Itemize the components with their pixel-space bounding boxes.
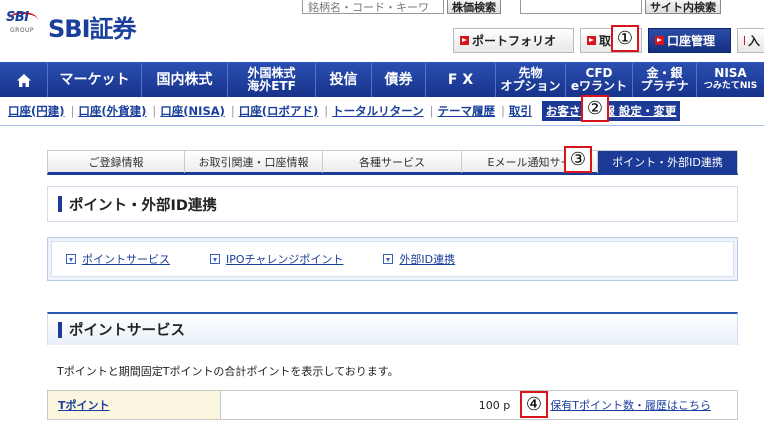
site-search-button[interactable]: サイト内検索 [645,0,721,14]
nav-market[interactable]: マーケット [48,63,142,97]
subnav-account-foreign[interactable]: 口座(外貨建) [78,103,146,119]
nav-futures-line2: オプション [500,79,561,93]
annotation-marker-3: ③ [564,146,592,173]
section-title: ポイントサービス [58,319,185,340]
nav-cfd-line2: eワラント [570,79,628,93]
tab-point-external-id[interactable]: ポイント・外部ID連携 [598,151,737,173]
page-title-box: ポイント・外部ID連携 [47,186,738,222]
subnav-trade[interactable]: 取引 [509,103,532,119]
anchor-links: ポイントサービス IPOチャレンジポイント 外部ID連携 [51,241,734,277]
annotation-marker-4: ④ [520,391,548,418]
point-value-cell: 100 p 保有Tポイント数・履歴はこちら [221,391,737,419]
nav-cfd[interactable]: CFD eワラント [566,63,633,97]
subnav-account-nisa[interactable]: 口座(NISA) [160,103,225,119]
page-title: ポイント・外部ID連携 [58,194,217,215]
logo-mark-text: SBI [6,10,29,25]
nav-foreign-stocks[interactable]: 外国株式 海外ETF [228,63,316,97]
arrow-icon [655,36,664,45]
account-management-button[interactable]: 口座管理 [648,28,731,53]
home-icon [16,73,31,87]
nav-bonds-label: 債券 [384,71,413,88]
down-arrow-icon [66,254,76,264]
nav-domestic-stocks[interactable]: 国内株式 [142,63,228,97]
point-description: Tポイントと期間固定Tポイントの合計ポイントを表示しております。 [57,365,399,378]
nav-nisa-line1: NISA [714,66,747,80]
subnav-customer-settings[interactable]: お客さま情報 設定・変更 [541,100,681,121]
separator: | [70,103,75,118]
separator: | [500,103,505,118]
portfolio-label: ポートフォリオ [472,34,557,48]
tab-trading-account-info[interactable]: お取引関連・口座情報 [185,151,323,173]
deposit-button[interactable]: 入 [737,28,764,53]
point-table: Tポイント 100 p 保有Tポイント数・履歴はこちら [47,390,738,420]
point-value: 100 p [478,398,511,412]
anchor-external-id-label[interactable]: 外部ID連携 [399,251,455,267]
nav-precious-metals[interactable]: 金・銀 プラチナ [633,63,697,97]
nav-fx[interactable]: F X [426,63,496,97]
portfolio-button[interactable]: ポートフォリオ [453,28,574,53]
nav-futures[interactable]: 先物 オプション [496,63,566,97]
anchor-ipo-challenge[interactable]: IPOチャレンジポイント [210,251,343,267]
title-bar [58,196,62,212]
annotation-marker-1: ① [611,25,639,52]
stock-search-input[interactable]: 銘柄名・コード・キーワ [302,0,444,14]
nav-nisa[interactable]: NISA つみたてNIS [697,63,764,97]
page-title-text: ポイント・外部ID連携 [69,197,217,214]
down-arrow-icon [210,254,220,264]
subnav-account-roboad[interactable]: 口座(ロボアド) [239,103,319,119]
tab-services[interactable]: 各種サービス [323,151,462,173]
brand-name[interactable]: SBI証券 [48,9,137,44]
nav-precious-metals-line2: プラチナ [640,79,689,93]
separator: | [230,103,235,118]
arrow-icon [460,36,469,45]
logo-group-text: GROUP [10,27,35,34]
site-search-input[interactable] [520,0,642,14]
arrow-icon [744,36,751,45]
nav-foreign-stocks-line2: 海外ETF [247,79,296,93]
subnav-total-return[interactable]: トータルリターン [332,103,423,119]
subnav-theme-history[interactable]: テーマ履歴 [437,103,495,119]
arrow-icon [587,36,596,45]
separator: | [152,103,157,118]
nav-fx-label: F X [447,71,474,88]
anchor-ipo-challenge-label[interactable]: IPOチャレンジポイント [226,251,343,267]
point-label-cell: Tポイント [48,391,221,419]
settings-tabs: ご登録情報 お取引関連・口座情報 各種サービス Eメール通知サー ポイント・外部… [47,150,738,175]
nav-bonds[interactable]: 債券 [372,63,426,97]
separator: | [429,103,434,118]
sbi-group-logo[interactable]: SBI GROUP [6,10,42,38]
nav-home[interactable] [0,63,48,97]
nav-funds[interactable]: 投信 [316,63,372,97]
anchor-point-service-label[interactable]: ポイントサービス [82,251,170,267]
tab-registration-info[interactable]: ご登録情報 [48,151,185,173]
nav-market-label: マーケット [59,71,130,88]
stock-search-button[interactable]: 株価検索 [447,0,501,14]
anchor-links-box: ポイントサービス IPOチャレンジポイント 外部ID連携 [47,237,738,281]
sub-nav: 口座(円建) | 口座(外貨建) | 口座(NISA) | 口座(ロボアド) | トータ… [0,96,764,126]
nav-nisa-line2: つみたてNIS [703,81,758,91]
t-point-link[interactable]: Tポイント [58,397,110,413]
annotation-marker-2: ② [581,95,609,122]
header: SBI GROUP SBI証券 銘柄名・コード・キーワ 株価検索 サイト内検索 … [0,0,764,60]
main-nav: マーケット 国内株式 外国株式 海外ETF 投信 債券 F X 先物 オプション… [0,62,764,97]
down-arrow-icon [383,254,394,264]
anchor-external-id[interactable]: 外部ID連携 [383,251,455,267]
point-history-link[interactable]: 保有Tポイント数・履歴はこちら [550,397,711,413]
title-bar [58,321,62,338]
section-title-text: ポイントサービス [69,323,185,339]
point-service-heading: ポイントサービス [47,312,738,345]
nav-funds-label: 投信 [329,71,358,88]
nav-domestic-stocks-label: 国内株式 [156,71,213,88]
subnav-account-jpy[interactable]: 口座(円建) [8,103,65,119]
separator: | [324,103,329,118]
account-management-label: 口座管理 [667,34,716,48]
anchor-point-service[interactable]: ポイントサービス [66,251,170,267]
